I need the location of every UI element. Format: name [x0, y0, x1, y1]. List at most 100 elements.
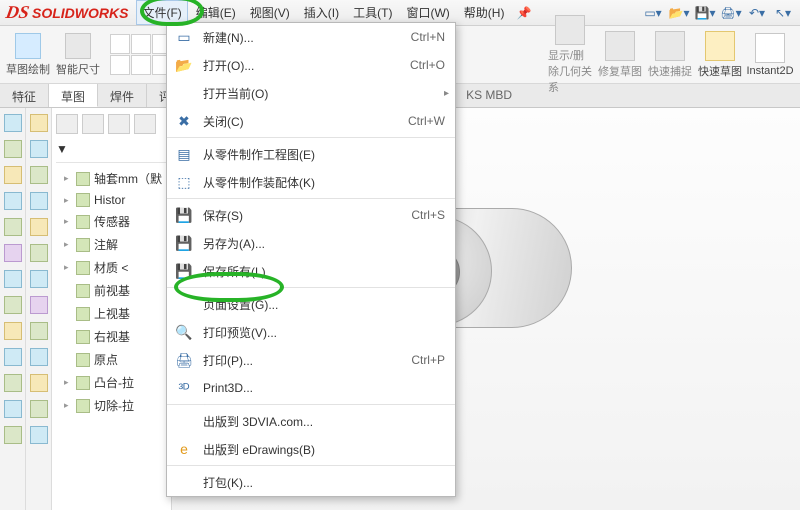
lt1-icon-8[interactable] — [4, 296, 22, 314]
make-assembly-icon: ⬚ — [173, 174, 195, 191]
qat-save-icon[interactable]: 💾▾ — [694, 2, 716, 24]
lt2-icon-4[interactable] — [30, 192, 48, 210]
rib-quick-sketch[interactable]: 快速草图 — [698, 31, 742, 79]
rib-repair[interactable]: 修复草图 — [598, 31, 642, 79]
lt2-icon-11[interactable] — [30, 374, 48, 392]
lt1-icon-1[interactable] — [4, 114, 22, 132]
file-open-recent[interactable]: 打开当前(O) — [167, 79, 455, 107]
qat-undo-icon[interactable]: ↶▾ — [746, 2, 768, 24]
app-logo: DS SOLIDWORKS — [6, 2, 128, 23]
tree-tab-4[interactable] — [134, 114, 156, 134]
rib-instant2d-label: Instant2D — [746, 65, 793, 77]
tree-cut[interactable]: 切除-拉 — [56, 394, 171, 417]
lt2-icon-12[interactable] — [30, 400, 48, 418]
tree-top[interactable]: 上视基 — [56, 302, 171, 325]
save-icon: 💾 — [173, 207, 195, 224]
qat-open-icon[interactable]: 📂▾ — [668, 2, 690, 24]
rib-show-delete-label: 显示/删除几何关系 — [548, 47, 592, 95]
tab-weld[interactable]: 焊件 — [98, 84, 147, 107]
tree-sensors[interactable]: 传感器 — [56, 210, 171, 233]
lt1-icon-9[interactable] — [4, 322, 22, 340]
tool-smartdim-label: 智能尺寸 — [56, 61, 100, 77]
menu-help[interactable]: 帮助(H) — [458, 0, 511, 25]
lt1-icon-12[interactable] — [4, 400, 22, 418]
feature-tree: ▼ 轴套mm（默 Histor 传感器 注解 材质 < 前视基 上视基 右视基 … — [52, 108, 172, 510]
tab-sketch[interactable]: 草图 — [49, 84, 98, 107]
close-icon: ✖ — [173, 113, 195, 130]
logo-ds-icon: DS — [4, 2, 31, 23]
lt2-icon-7[interactable] — [30, 270, 48, 288]
tree-boss[interactable]: 凸台-拉 — [56, 371, 171, 394]
rib-show-delete[interactable]: 显示/删除几何关系 — [548, 15, 592, 95]
left-toolbar-2 — [26, 108, 52, 510]
quick-access-toolbar: ▭▾ 📂▾ 💾▾ 🖨▾ ↶▾ ↖▾ — [642, 2, 794, 24]
make-drawing-icon: ▤ — [173, 146, 195, 163]
lt1-icon-13[interactable] — [4, 426, 22, 444]
pin-icon[interactable]: 📌 — [516, 6, 531, 20]
file-make-drawing[interactable]: ▤ 从零件制作工程图(E) — [167, 140, 455, 168]
tree-tab-3[interactable] — [108, 114, 130, 134]
lt2-icon-6[interactable] — [30, 244, 48, 262]
shape-rect-icon[interactable] — [110, 55, 130, 75]
lt2-icon-9[interactable] — [30, 322, 48, 340]
qat-print-icon[interactable]: 🖨▾ — [720, 2, 742, 24]
lt1-icon-10[interactable] — [4, 348, 22, 366]
print-preview-icon: 🔍 — [173, 324, 195, 341]
file-close[interactable]: ✖ 关闭(C) Ctrl+W — [167, 107, 455, 135]
qat-select-icon[interactable]: ↖▾ — [772, 2, 794, 24]
lt1-icon-2[interactable] — [4, 140, 22, 158]
tree-filter-icon[interactable]: ▼ — [56, 142, 171, 156]
lt1-icon-6[interactable] — [4, 244, 22, 262]
file-open[interactable]: 📂 打开(O)... Ctrl+O — [167, 51, 455, 79]
file-pack-and-go[interactable]: 打包(K)... — [167, 468, 455, 496]
tree-tab-2[interactable] — [82, 114, 104, 134]
file-print-preview[interactable]: 🔍 打印预览(V)... — [167, 318, 455, 346]
file-make-assembly[interactable]: ⬚ 从零件制作装配体(K) — [167, 168, 455, 196]
qat-new-icon[interactable]: ▭▾ — [642, 2, 664, 24]
lt2-icon-8[interactable] — [30, 296, 48, 314]
tab-mbd[interactable]: KS MBD — [456, 84, 522, 107]
rib-instant2d[interactable]: Instant2D — [748, 33, 792, 77]
lt2-icon-1[interactable] — [30, 114, 48, 132]
file-save-as[interactable]: 💾 另存为(A)... — [167, 229, 455, 257]
rib-quick-snap-label: 快速捕捉 — [648, 63, 692, 79]
tree-origin[interactable]: 原点 — [56, 348, 171, 371]
file-print3d[interactable]: ³ᴰ Print3D... — [167, 374, 455, 402]
tree-tab-1[interactable] — [56, 114, 78, 134]
tab-feature[interactable]: 特征 — [0, 84, 49, 107]
rib-quick-sketch-label: 快速草图 — [698, 63, 742, 79]
file-new[interactable]: ▭ 新建(N)... Ctrl+N — [167, 23, 455, 51]
lt1-icon-7[interactable] — [4, 270, 22, 288]
tool-smart-dim[interactable]: 智能尺寸 — [56, 33, 100, 77]
lt1-icon-11[interactable] — [4, 374, 22, 392]
file-publish-edrawings[interactable]: e 出版到 eDrawings(B) — [167, 435, 455, 463]
file-save-all[interactable]: 💾 保存所有(L) — [167, 257, 455, 285]
shape-line-icon[interactable] — [110, 34, 130, 54]
lt2-icon-2[interactable] — [30, 140, 48, 158]
tree-root[interactable]: 轴套mm（默 — [56, 167, 171, 190]
shape-arc-icon[interactable] — [131, 34, 151, 54]
file-print[interactable]: 🖨 打印(P)... Ctrl+P — [167, 346, 455, 374]
shape-poly-icon[interactable] — [131, 55, 151, 75]
rib-repair-label: 修复草图 — [598, 63, 642, 79]
ribbon-right: 显示/删除几何关系 修复草图 快速捕捉 快速草图 Instant2D — [540, 26, 800, 83]
lt1-icon-4[interactable] — [4, 192, 22, 210]
tool-sketch[interactable]: 草图绘制 — [6, 33, 50, 77]
lt2-icon-3[interactable] — [30, 166, 48, 184]
print-icon: 🖨 — [173, 352, 195, 369]
tree-material[interactable]: 材质 < — [56, 256, 171, 279]
tree-front[interactable]: 前视基 — [56, 279, 171, 302]
lt1-icon-5[interactable] — [4, 218, 22, 236]
file-publish-3dvia[interactable]: 出版到 3DVIA.com... — [167, 407, 455, 435]
rib-quick-snap[interactable]: 快速捕捉 — [648, 31, 692, 79]
lt2-icon-5[interactable] — [30, 218, 48, 236]
tree-history[interactable]: Histor — [56, 190, 171, 210]
file-save[interactable]: 💾 保存(S) Ctrl+S — [167, 201, 455, 229]
lt1-icon-3[interactable] — [4, 166, 22, 184]
lt2-icon-10[interactable] — [30, 348, 48, 366]
tree-annotations[interactable]: 注解 — [56, 233, 171, 256]
tree-right[interactable]: 右视基 — [56, 325, 171, 348]
new-icon: ▭ — [173, 29, 195, 46]
file-page-setup[interactable]: 页面设置(G)... — [167, 290, 455, 318]
lt2-icon-13[interactable] — [30, 426, 48, 444]
